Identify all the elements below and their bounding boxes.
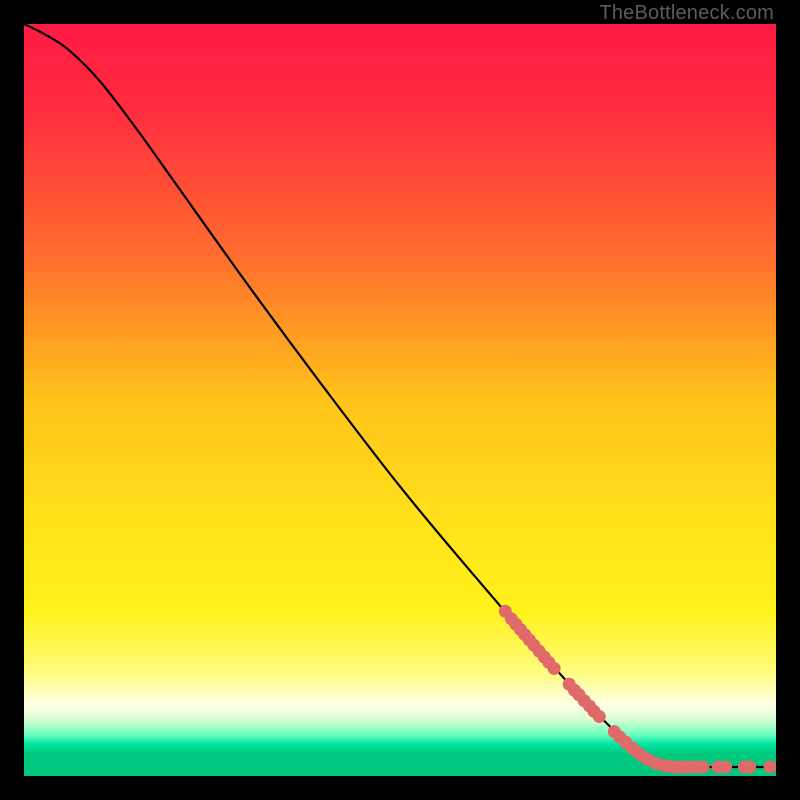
chart-background — [24, 24, 776, 776]
data-point — [548, 662, 561, 675]
data-point — [593, 710, 606, 723]
chart-svg — [24, 24, 776, 776]
data-point — [719, 760, 732, 773]
chart-frame — [24, 24, 776, 776]
watermark-text: TheBottleneck.com — [599, 2, 774, 25]
data-point — [697, 760, 710, 773]
data-point — [763, 760, 776, 773]
data-point — [743, 760, 756, 773]
